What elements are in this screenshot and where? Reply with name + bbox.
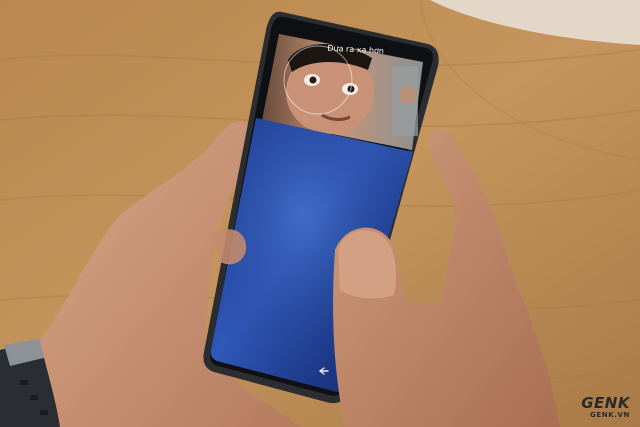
watermark-site: GENK.VN: [590, 411, 630, 419]
photo-scene: [0, 0, 640, 427]
watermark-brand: GENK: [581, 394, 630, 412]
watermark: GENK GENK.VN: [581, 394, 630, 420]
